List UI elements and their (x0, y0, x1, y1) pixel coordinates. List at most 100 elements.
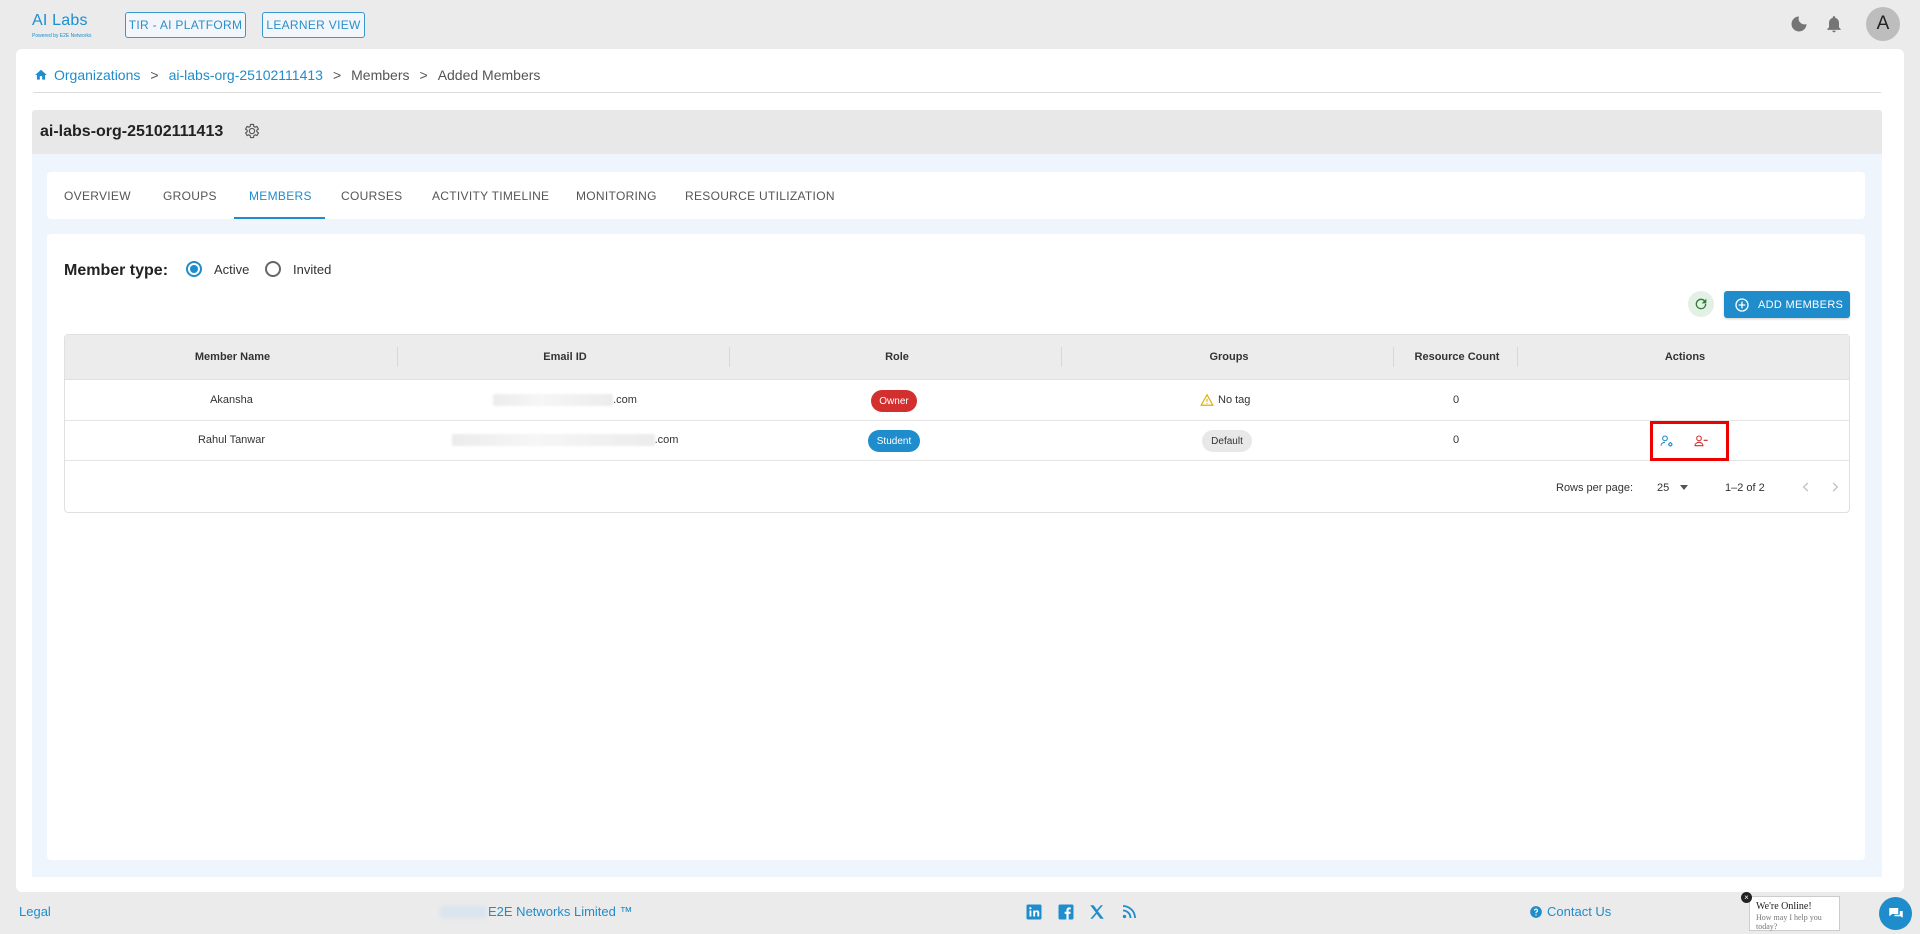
manage-member-icon[interactable] (1659, 433, 1675, 449)
rows-per-page-select[interactable]: 25 (1657, 482, 1669, 494)
learner-view-button[interactable]: LEARNER VIEW (262, 12, 365, 38)
copyright-redacted (440, 905, 486, 918)
groups-value: No tag (1218, 394, 1251, 406)
top-bar: AI Labs Powered by E2E Networks TIR - AI… (0, 0, 1920, 48)
chat-widget-prompt[interactable]: We're Online! How may I help you today? (1749, 896, 1840, 931)
logo-text: AI Labs (32, 12, 88, 29)
resource-count: 0 (1452, 394, 1460, 406)
table-header: Member Name Email ID Role Groups Resourc… (65, 335, 1849, 380)
column-actions: Actions (1664, 351, 1706, 363)
column-separator (729, 347, 730, 367)
radio-invited-label[interactable]: Invited (293, 262, 331, 277)
column-separator (397, 347, 398, 367)
notification-bell-icon[interactable] (1824, 14, 1844, 34)
divider (33, 92, 1881, 93)
rows-per-page-label: Rows per page: (1556, 482, 1634, 494)
column-separator (1517, 347, 1518, 367)
logo-subtext: Powered by E2E Networks (32, 33, 92, 39)
copyright-text: E2E Networks Limited ™ (488, 904, 633, 919)
column-member-name[interactable]: Member Name (65, 351, 400, 363)
home-icon[interactable] (34, 68, 48, 82)
contact-us-label: Contact Us (1547, 904, 1612, 919)
user-avatar[interactable]: A (1866, 7, 1900, 41)
tab-bar: OVERVIEW GROUPS MEMBERS COURSES ACTIVITY… (47, 172, 1865, 219)
radio-invited[interactable] (265, 261, 281, 277)
breadcrumb: Organizations > ai-labs-org-25102111413 … (34, 67, 540, 83)
breadcrumb-separator: > (419, 67, 428, 83)
add-members-label: ADD MEMBERS (1758, 298, 1844, 311)
column-separator (1061, 347, 1062, 367)
email-cell: .com (399, 434, 731, 447)
resource-count: 0 (1452, 434, 1460, 446)
footer: Legal E2E Networks Limited ™ Contact Us (0, 896, 1920, 934)
email-redacted (493, 394, 614, 407)
column-separator (1393, 347, 1394, 367)
org-header: ai-labs-org-25102111413 (32, 110, 1882, 154)
warning-icon (1200, 393, 1214, 406)
facebook-icon[interactable] (1057, 903, 1075, 921)
prev-page-icon[interactable] (1799, 479, 1813, 495)
linkedin-icon[interactable] (1025, 903, 1043, 921)
tir-platform-button[interactable]: TIR - AI PLATFORM (125, 12, 246, 38)
chat-button[interactable] (1879, 897, 1912, 930)
dark-mode-icon[interactable] (1789, 14, 1809, 34)
role-badge-owner: Owner (871, 390, 917, 412)
email-suffix: .com (654, 434, 679, 446)
column-email[interactable]: Email ID (399, 351, 731, 363)
breadcrumb-members[interactable]: Members (351, 67, 409, 83)
tab-courses[interactable]: COURSES (341, 189, 402, 203)
chat-subtitle: How may I help you today? (1756, 913, 1822, 931)
add-circle-icon (1735, 297, 1749, 312)
tab-members[interactable]: MEMBERS (249, 189, 312, 203)
radio-active[interactable] (186, 261, 202, 277)
table-row[interactable]: Akansha .com Owner No tag 0 (65, 381, 1849, 421)
groups-cell: No tag (1200, 393, 1250, 407)
rss-icon[interactable] (1120, 903, 1138, 921)
pagination-range: 1–2 of 2 (1725, 482, 1765, 494)
add-members-button[interactable]: ADD MEMBERS (1724, 291, 1850, 318)
breadcrumb-organizations[interactable]: Organizations (54, 67, 140, 83)
tab-activity-timeline[interactable]: ACTIVITY TIMELINE (432, 189, 549, 203)
legal-link[interactable]: Legal (19, 904, 51, 919)
members-table: Member Name Email ID Role Groups Resourc… (64, 334, 1850, 513)
tab-monitoring[interactable]: MONITORING (576, 189, 657, 203)
table-row[interactable]: Rahul Tanwar .com Student Default 0 (65, 421, 1849, 461)
tab-overview[interactable]: OVERVIEW (64, 189, 131, 203)
group-chip-default: Default (1202, 430, 1252, 452)
refresh-icon (1695, 298, 1707, 310)
close-icon[interactable]: × (1741, 892, 1752, 903)
breadcrumb-separator: > (150, 67, 159, 83)
next-page-icon[interactable] (1828, 479, 1842, 495)
email-cell: .com (399, 394, 731, 407)
ai-labs-logo[interactable]: AI Labs Powered by E2E Networks (32, 12, 100, 40)
breadcrumb-org[interactable]: ai-labs-org-25102111413 (169, 67, 323, 83)
column-role[interactable]: Role (731, 351, 1063, 363)
member-name: Akansha (210, 394, 253, 406)
pagination: Rows per page: 25 1–2 of 2 (65, 462, 1849, 512)
org-title: ai-labs-org-25102111413 (40, 123, 224, 140)
x-twitter-icon[interactable] (1088, 903, 1106, 921)
breadcrumb-separator: > (332, 67, 342, 83)
contact-us-link[interactable]: Contact Us (1529, 904, 1611, 919)
copyright: E2E Networks Limited ™ (440, 904, 633, 919)
breadcrumb-added-members: Added Members (437, 67, 541, 83)
gear-icon[interactable] (243, 122, 261, 140)
chevron-down-icon[interactable] (1680, 485, 1688, 490)
members-content (47, 234, 1865, 860)
column-groups[interactable]: Groups (1063, 351, 1395, 363)
help-icon (1530, 905, 1542, 918)
role-badge-student: Student (868, 430, 920, 452)
remove-member-icon[interactable] (1693, 433, 1709, 449)
member-type-label: Member type: (64, 262, 169, 279)
tab-resource-utilization[interactable]: RESOURCE UTILIZATION (685, 189, 835, 203)
active-tab-indicator (234, 217, 325, 219)
member-name: Rahul Tanwar (197, 434, 266, 446)
email-suffix: .com (613, 394, 637, 406)
chat-title: We're Online! (1756, 901, 1812, 912)
tab-groups[interactable]: GROUPS (163, 189, 217, 203)
radio-active-label[interactable]: Active (214, 262, 249, 277)
refresh-button[interactable] (1688, 291, 1714, 317)
column-resource-count[interactable]: Resource Count (1395, 351, 1519, 363)
chat-icon (1888, 907, 1903, 918)
email-redacted (451, 434, 655, 447)
